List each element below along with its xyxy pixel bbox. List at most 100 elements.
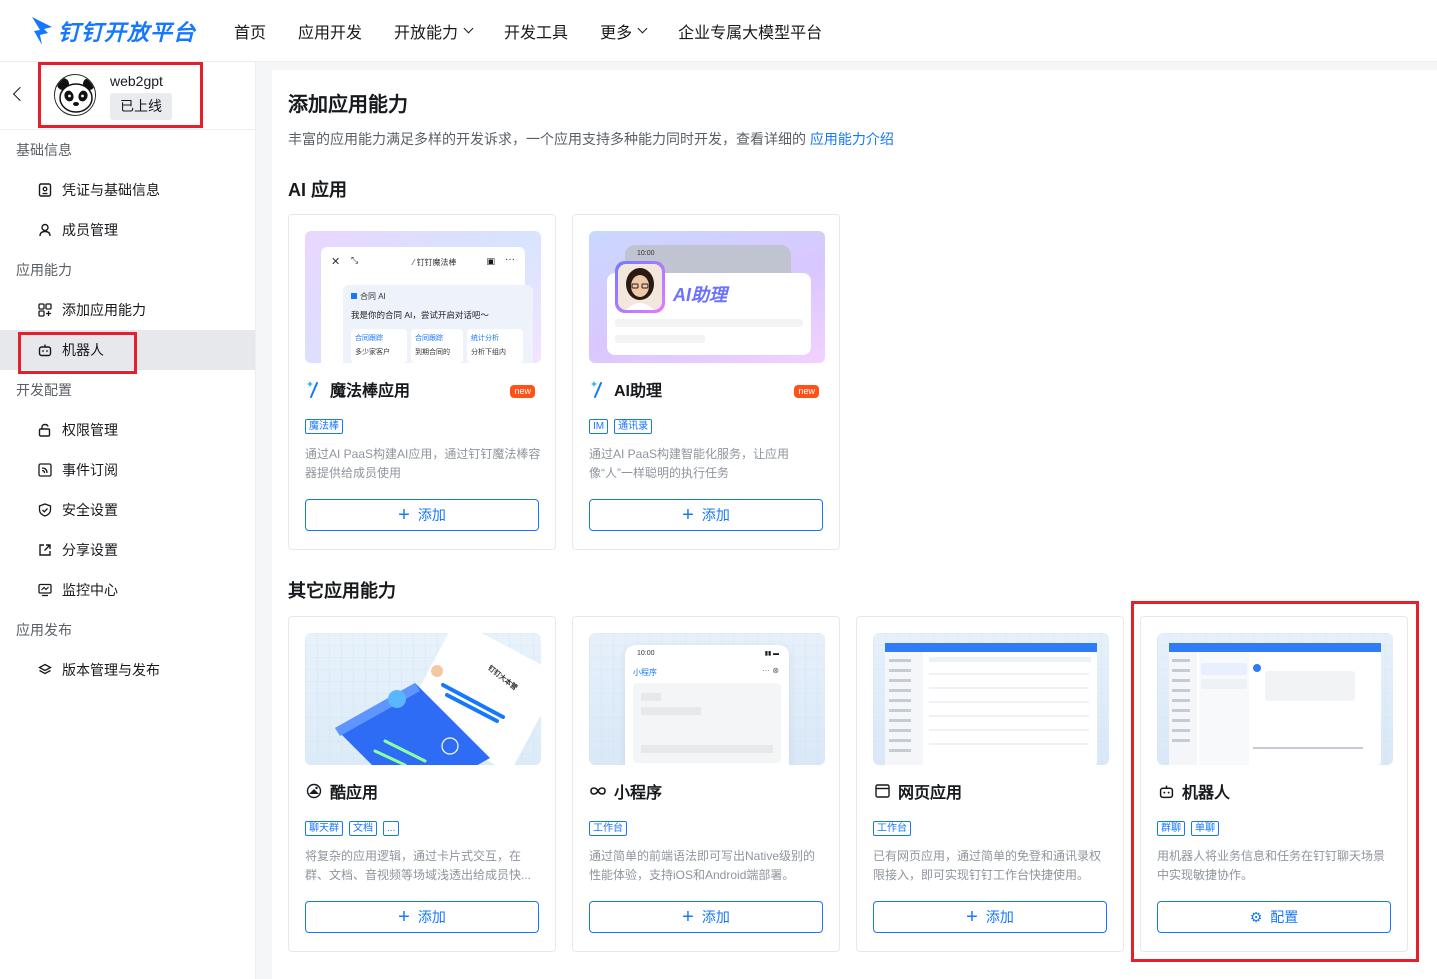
card-thumbnail: 10:00 ▮▮ ▬ 小程序 ··· ⊗: [589, 633, 825, 765]
add-button[interactable]: + 添加: [305, 901, 539, 933]
thumb-chat: 合同 AI 我是你的合同 AI，尝试开启对话吧～ 合同跟踪多少家客户 合同跟踪到…: [343, 285, 533, 363]
sidebar-item-security[interactable]: 安全设置: [0, 490, 255, 530]
nav-label: 应用开发: [298, 24, 363, 42]
nav-dev-tools[interactable]: 开发工具: [504, 19, 568, 43]
card-description: 通过简单的前端语法即可写出Native级别的性能体验，支持iOS和Android…: [589, 849, 816, 882]
button-label: 添加: [701, 507, 730, 523]
nav-enterprise-llm[interactable]: 企业专属大模型平台: [678, 19, 822, 43]
add-button[interactable]: + 添加: [589, 499, 823, 531]
sidebar-item-monitor[interactable]: 监控中心: [0, 570, 255, 610]
card-title-text: 网页应用: [898, 785, 963, 802]
share-icon: [37, 542, 53, 558]
brand-name: 钉钉开放平台: [58, 19, 197, 45]
nav-app-dev[interactable]: 应用开发: [298, 19, 362, 43]
card-title: 网页应用: [873, 779, 962, 803]
nav-label: 更多: [600, 24, 633, 42]
magic-wand-icon: [305, 380, 323, 398]
section-title-ai: AI 应用: [288, 180, 348, 200]
card-thumbnail: 钉钉大本营: [305, 633, 541, 765]
thumb-card: AI助理: [607, 261, 811, 355]
page-description: 丰富的应用能力满足多样的开发诉求，一个应用支持多种能力同时开发，查看详细的 应用…: [288, 129, 894, 149]
thumb-chip: 合同跟踪 到期合同的: [411, 329, 463, 363]
sidebar-item-members[interactable]: 成员管理: [0, 210, 255, 250]
tag: 聊天群: [305, 821, 343, 836]
nav-more[interactable]: 更多: [600, 19, 648, 43]
capability-intro-link[interactable]: 应用能力介绍: [810, 131, 894, 147]
rss-icon: [37, 462, 53, 478]
tag: 文档: [349, 821, 377, 836]
thumb-time: 10:00: [637, 650, 655, 657]
chip-title: 统计分析: [471, 335, 499, 342]
chip-title: 合同跟踪: [355, 335, 383, 342]
tag: 通讯录: [614, 419, 653, 434]
sidebar-item-credentials[interactable]: 凭证与基础信息: [0, 170, 255, 210]
section-title-other: 其它应用能力: [288, 581, 396, 601]
tag: IM: [589, 419, 609, 434]
card-thumbnail: ✕ ⤡ ⁄ 钉钉魔法棒 ▣ ··· 合同 AI 我是你的合同 AI，尝试开启对话…: [305, 231, 541, 363]
add-button[interactable]: + 添加: [305, 499, 539, 531]
back-arrow-icon[interactable]: [12, 86, 28, 102]
brand-logo[interactable]: 钉钉开放平台: [30, 15, 220, 47]
thumb-chip: 统计分析 分析下组内: [467, 329, 523, 363]
card-title: 小程序: [589, 779, 662, 803]
thumb-chips: 合同跟踪多少家客户 合同跟踪 到期合同的 统计分析分析下组内: [351, 329, 523, 363]
sidebar-item-versions[interactable]: 版本管理与发布: [0, 650, 255, 690]
sidebar-item-label: 监控中心: [62, 582, 118, 598]
card-title-text: 酷应用: [330, 785, 379, 802]
add-button[interactable]: + 添加: [873, 901, 1107, 933]
new-badge: new: [510, 385, 535, 398]
sidebar-item-permissions[interactable]: 权限管理: [0, 410, 255, 450]
card-tags: 工作台: [873, 821, 917, 836]
capsule-icon: ··· ⊗: [762, 666, 779, 675]
nav-label: 首页: [234, 24, 267, 42]
card-tags: 魔法棒: [305, 419, 349, 434]
plus-icon: +: [682, 504, 694, 526]
capability-card-mini-program: 10:00 ▮▮ ▬ 小程序 ··· ⊗ 小程序 工作台 通过简单的前端语法即可…: [572, 616, 840, 952]
sidebar-item-label: 凭证与基础信息: [62, 182, 160, 198]
thumb-mini-label: 小程序: [633, 668, 657, 677]
browser-window-icon: [873, 782, 891, 800]
nav-label: 企业专属大模型平台: [678, 24, 823, 42]
sidebar-group-capability: 应用能力: [16, 262, 72, 278]
sidebar-item-share[interactable]: 分享设置: [0, 530, 255, 570]
nav-home[interactable]: 首页: [234, 19, 266, 43]
sidebar-item-events[interactable]: 事件订阅: [0, 450, 255, 490]
thumb-body: [633, 683, 781, 763]
close-icon: ✕: [331, 256, 341, 268]
expand-icon: ⤡: [351, 255, 359, 265]
add-button[interactable]: + 添加: [589, 901, 823, 933]
nav-label: 开放能力: [394, 24, 459, 42]
lock-icon: [37, 422, 53, 438]
chip-note: 多少家客户: [355, 349, 390, 356]
thumb-line: 我是你的合同 AI，尝试开启对话吧～: [351, 310, 489, 320]
thumb-header-text: 钉钉魔法棒: [416, 258, 457, 267]
nav-open-capability[interactable]: 开放能力: [394, 19, 474, 43]
page-title: 添加应用能力: [288, 94, 408, 116]
chip-note: 分析下组内: [471, 349, 506, 356]
thumb-subtitle: 合同 AI: [351, 291, 386, 302]
highlight-box: [18, 332, 137, 374]
plus-icon: +: [398, 906, 410, 928]
sidebar-item-add-capability[interactable]: 添加应用能力: [0, 290, 255, 330]
card-tags: 工作台: [589, 821, 633, 836]
sidebar-group-dev-config: 开发配置: [16, 382, 72, 398]
capability-card-cool-app: 钉钉大本营 酷应用 聊天群 文档 ... 将复杂的应用逻辑，通过卡片式交互，在群…: [288, 616, 556, 952]
thumb-header: ⁄ 钉钉魔法棒: [413, 258, 457, 267]
thumb-time: 10:00: [637, 250, 655, 257]
chip-title: 合同跟踪: [415, 335, 443, 342]
monitor-icon: [37, 582, 53, 598]
plus-icon: +: [398, 504, 410, 526]
card-title: 酷应用: [305, 779, 378, 803]
nav-label: 开发工具: [504, 24, 569, 42]
dingtalk-logo-icon: [32, 16, 52, 45]
card-tags: 聊天群 文档 ...: [305, 821, 405, 836]
description-text: 丰富的应用能力满足多样的开发诉求，一个应用支持多种能力同时开发，查看详细的: [288, 131, 806, 147]
card-title: 魔法棒应用: [305, 377, 410, 401]
card-tags: IM 通讯录: [589, 419, 658, 434]
more-icon: ···: [505, 254, 515, 265]
card-description: 通过AI PaaS构建AI应用，通过钉钉魔法棒容器提供给成员使用: [305, 447, 541, 480]
sidebar-item-label: 权限管理: [62, 422, 118, 438]
thumb-placeholder: [641, 693, 661, 701]
tag: 工作台: [873, 821, 911, 836]
card-title-text: 小程序: [614, 785, 663, 802]
